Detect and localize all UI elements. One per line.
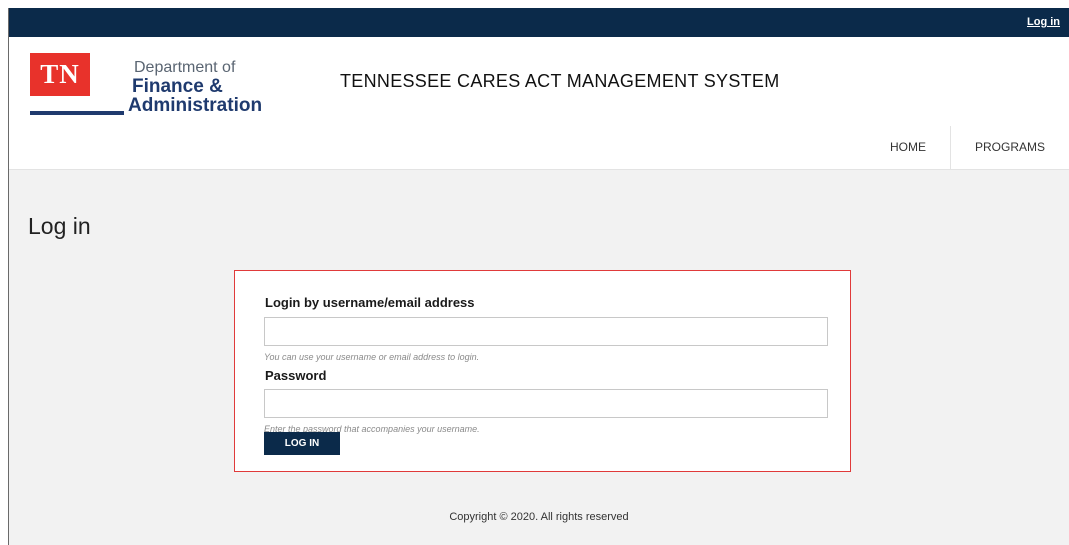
login-form: Login by username/email address You can … — [234, 270, 851, 472]
username-label: Login by username/email address — [265, 295, 475, 310]
login-button[interactable]: LOG IN — [264, 432, 340, 455]
username-hint: You can use your username or email addre… — [264, 352, 480, 362]
top-bar: Log in — [9, 8, 1069, 37]
main-nav: HOME PROGRAMS — [866, 126, 1069, 169]
tn-logo-badge: TN — [30, 53, 90, 96]
page-title: Log in — [28, 213, 91, 239]
logo-department-text: Department of — [134, 59, 236, 76]
site-title: TENNESSEE CARES ACT MANAGEMENT SYSTEM — [340, 71, 780, 91]
top-login-link[interactable]: Log in — [1027, 16, 1060, 28]
footer-copyright: Copyright © 2020. All rights reserved — [449, 511, 629, 523]
nav-programs[interactable]: PROGRAMS — [951, 126, 1069, 169]
nav-home[interactable]: HOME — [866, 126, 950, 169]
site-header: TN Department of Finance & Administratio… — [9, 37, 1069, 170]
logo-finance-text: Finance & — [132, 76, 223, 97]
logo-administration-text: Administration — [128, 95, 263, 116]
browser-frame: Log in TN Department of Finance & Admini… — [8, 8, 1069, 545]
password-label: Password — [265, 368, 327, 383]
username-input[interactable] — [264, 317, 828, 346]
logo-rule — [30, 111, 124, 115]
password-input[interactable] — [264, 389, 828, 418]
